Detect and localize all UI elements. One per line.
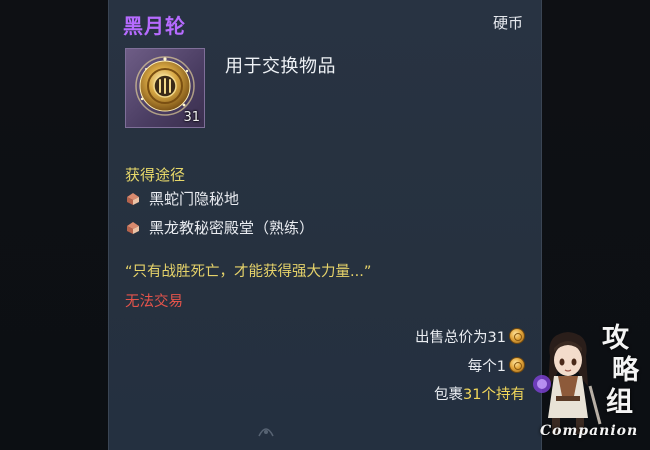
acquisition-source[interactable]: 黑蛇门隐秘地	[125, 187, 239, 209]
acquisition-label: 获得途径	[125, 166, 186, 184]
brand-logo-en: Companion	[540, 423, 639, 439]
item-description: 用于交换物品	[225, 56, 336, 77]
background-left	[0, 0, 108, 450]
coin-icon	[509, 328, 525, 344]
inventory-prefix: 包裹	[434, 386, 464, 403]
acquisition-source-name: 黑蛇门隐秘地	[149, 189, 240, 208]
flavor-text: “只有战胜死亡，才能获得强大力量...”	[125, 264, 372, 280]
item-type: 硬币	[492, 14, 523, 32]
item-icon-slot[interactable]: 31	[125, 48, 205, 128]
acquisition-source[interactable]: 黑龙教秘密殿堂（熟练）	[125, 216, 314, 238]
item-name: 黑月轮	[123, 14, 186, 38]
resize-handle-icon	[258, 428, 274, 437]
item-tooltip: 黑月轮 硬币 31 用于交换物品 获得途径 黑蛇门隐秘地 黑龙教秘密殿堂（熟练）…	[108, 0, 542, 450]
unit-price: 每个1	[468, 354, 525, 376]
inventory-holding: 包裹 31个持有	[434, 382, 525, 404]
brand-logo-cn: 攻 略 组	[586, 316, 646, 418]
brand-char: 组	[606, 387, 633, 418]
total-price-label: 出售总价为31	[415, 329, 506, 346]
inventory-count: 31个持有	[463, 386, 525, 403]
chest-icon	[127, 222, 139, 234]
acquisition-source-name: 黑龙教秘密殿堂（熟练）	[149, 218, 315, 237]
coin-icon	[509, 357, 525, 373]
total-price: 出售总价为31	[415, 325, 525, 347]
chest-icon	[127, 193, 139, 205]
unit-price-label: 每个1	[467, 358, 506, 375]
trade-status: 无法交易	[125, 294, 183, 310]
stack-count: 31	[183, 110, 200, 125]
